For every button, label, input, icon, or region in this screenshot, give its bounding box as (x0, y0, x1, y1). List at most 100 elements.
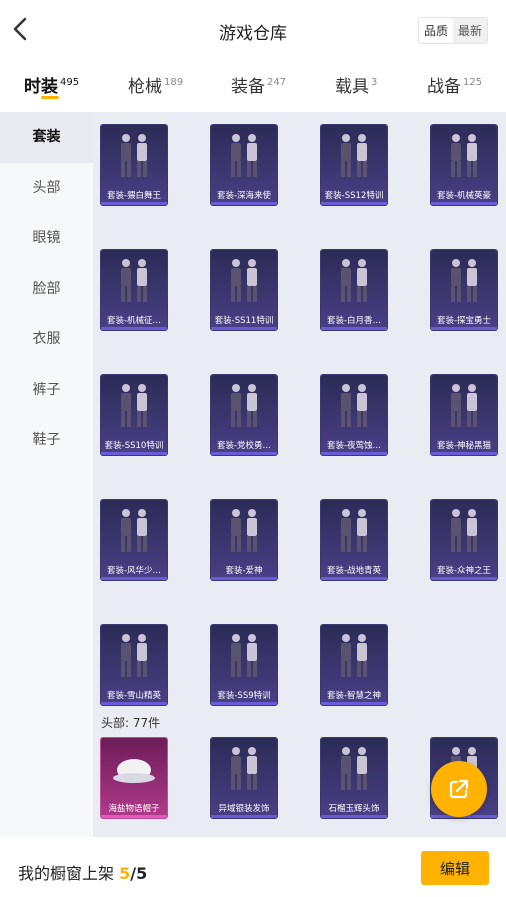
inventory-item[interactable]: 套装-猥白舞王 (101, 125, 167, 205)
rarity-bar (211, 815, 277, 818)
item-label: 套装-SS10特训 (104, 441, 164, 451)
outfit-thumbnail-icon (231, 747, 257, 790)
inventory-item[interactable]: 异域银装发饰 (211, 738, 277, 818)
header: 游戏仓库 品质 最新 (0, 0, 506, 60)
inventory-item[interactable]: 套装-机械征… (101, 250, 167, 330)
rarity-bar (101, 702, 167, 705)
item-label: 套装-机械征… (106, 316, 162, 326)
sidebar-item-shoes[interactable]: 鞋子 (0, 415, 93, 466)
sidebar-item-sets[interactable]: 套装 (0, 112, 93, 163)
inventory-item[interactable]: 套装-白月香… (321, 250, 387, 330)
showcase-status: 我的橱窗上架 5/5 (18, 860, 147, 884)
tab-vehicles[interactable]: 载具 3 (335, 72, 377, 108)
item-label: 套装-众神之王 (436, 566, 492, 576)
inventory-item[interactable]: 套装-夜莺蚀… (321, 375, 387, 455)
tab-label: 载具 (335, 77, 369, 97)
rarity-bar (101, 202, 167, 205)
sidebar-item-glasses[interactable]: 眼镜 (0, 213, 93, 264)
outfit-thumbnail-icon (341, 384, 367, 427)
tab-fashion[interactable]: 时装 495 (24, 72, 79, 108)
category-tabs: 时装 495 枪械 189 装备 247 载具 3 战备 125 (0, 60, 506, 112)
rarity-bar (101, 815, 167, 818)
sort-toggle: 品质 最新 (417, 17, 488, 44)
item-label: 套装-雪山精英 (106, 691, 162, 701)
outfit-thumbnail-icon (341, 509, 367, 552)
inventory-item[interactable]: 石榴玉辉头饰 (321, 738, 387, 818)
outfit-thumbnail-icon (341, 134, 367, 177)
item-label: 套装-党校勇… (216, 441, 272, 451)
item-label: 套装-SS9特训 (217, 691, 271, 701)
item-label: 套装-爱神 (225, 566, 263, 576)
edit-button[interactable]: 编辑 (421, 851, 489, 885)
outfit-thumbnail-icon (451, 384, 477, 427)
sidebar-item-clothes[interactable]: 衣服 (0, 314, 93, 365)
rarity-bar (321, 327, 387, 330)
inventory-item[interactable]: 套装-SS10特训 (101, 375, 167, 455)
inventory-item[interactable]: 套装-机械英豪 (431, 125, 497, 205)
rarity-bar (321, 452, 387, 455)
inventory-item[interactable]: 套装-众神之王 (431, 500, 497, 580)
sort-newest-button[interactable]: 最新 (452, 18, 487, 43)
item-label: 套装-SS12特训 (324, 191, 384, 201)
inventory-item[interactable]: 套装-神秘黑猫 (431, 375, 497, 455)
item-label: 套装-夜莺蚀… (326, 441, 382, 451)
outfit-thumbnail-icon (231, 259, 257, 302)
item-label: 套装-探宝勇士 (436, 316, 492, 326)
showcase-count: 5 (119, 864, 131, 883)
inventory-item[interactable]: 套装-深海来使 (211, 125, 277, 205)
rarity-bar (211, 327, 277, 330)
item-label: 套装-风华少… (106, 566, 162, 576)
item-label: 套装-白月香… (326, 316, 382, 326)
tab-guns[interactable]: 枪械 189 (128, 72, 183, 108)
inventory-item[interactable]: 套装-风华少… (101, 500, 167, 580)
tab-count: 247 (267, 77, 287, 88)
outfit-thumbnail-icon (121, 634, 147, 677)
sidebar-item-face[interactable]: 脸部 (0, 264, 93, 315)
outfit-thumbnail-icon (451, 259, 477, 302)
rarity-bar (101, 577, 167, 580)
sidebar: 套装 头部 眼镜 脸部 衣服 裤子 鞋子 (0, 112, 93, 837)
item-label: 异域银装发饰 (218, 804, 270, 814)
rarity-bar (431, 452, 497, 455)
tab-label: 枪械 (128, 77, 162, 97)
inventory-item[interactable]: 套装-SS12特训 (321, 125, 387, 205)
sidebar-item-head[interactable]: 头部 (0, 163, 93, 214)
tab-supplies[interactable]: 战备 125 (427, 72, 482, 108)
inventory-item[interactable]: 套装-党校勇… (211, 375, 277, 455)
rarity-bar (431, 202, 497, 205)
inventory-item[interactable]: 套装-探宝勇士 (431, 250, 497, 330)
outfit-thumbnail-icon (121, 384, 147, 427)
share-fab-button[interactable] (431, 761, 487, 817)
outfit-thumbnail-icon (231, 509, 257, 552)
rarity-bar (431, 327, 497, 330)
rarity-bar (211, 452, 277, 455)
item-grid: 头部: 77件 套装-猥白舞王 套装-深海来使 套装-SS12特训 套装-机械英豪 套装… (93, 112, 506, 837)
showcase-total: /5 (130, 864, 148, 883)
item-label: 套装-战地青英 (326, 566, 382, 576)
item-label: 套装-神秘黑猫 (436, 441, 492, 451)
rarity-bar (211, 577, 277, 580)
hat-thumbnail-icon (113, 759, 155, 783)
outfit-thumbnail-icon (451, 134, 477, 177)
item-label: 海盐物语帽子 (108, 804, 160, 814)
sidebar-item-pants[interactable]: 裤子 (0, 365, 93, 416)
rarity-bar (211, 202, 277, 205)
inventory-item[interactable]: 套装-爱神 (211, 500, 277, 580)
item-label: 套装-机械英豪 (436, 191, 492, 201)
inventory-item[interactable]: 套装-SS9特训 (211, 625, 277, 705)
inventory-item[interactable]: 套装-SS11特训 (211, 250, 277, 330)
item-label: 石榴玉辉头饰 (328, 804, 380, 814)
inventory-item[interactable]: 套装-战地青英 (321, 500, 387, 580)
rarity-bar (101, 327, 167, 330)
tab-equipment[interactable]: 装备 247 (231, 72, 286, 108)
inventory-item[interactable]: 海盐物语帽子 (101, 738, 167, 818)
sort-quality-button[interactable]: 品质 (418, 18, 453, 43)
tab-label: 战备 (427, 77, 461, 97)
inventory-item[interactable]: 套装-智慧之神 (321, 625, 387, 705)
inventory-item[interactable]: 套装-雪山精英 (101, 625, 167, 705)
rarity-bar (321, 577, 387, 580)
footer-bar: 我的橱窗上架 5/5 编辑 (0, 837, 506, 897)
item-label: 套装-猥白舞王 (106, 191, 162, 201)
rarity-bar (211, 702, 277, 705)
outfit-thumbnail-icon (121, 259, 147, 302)
